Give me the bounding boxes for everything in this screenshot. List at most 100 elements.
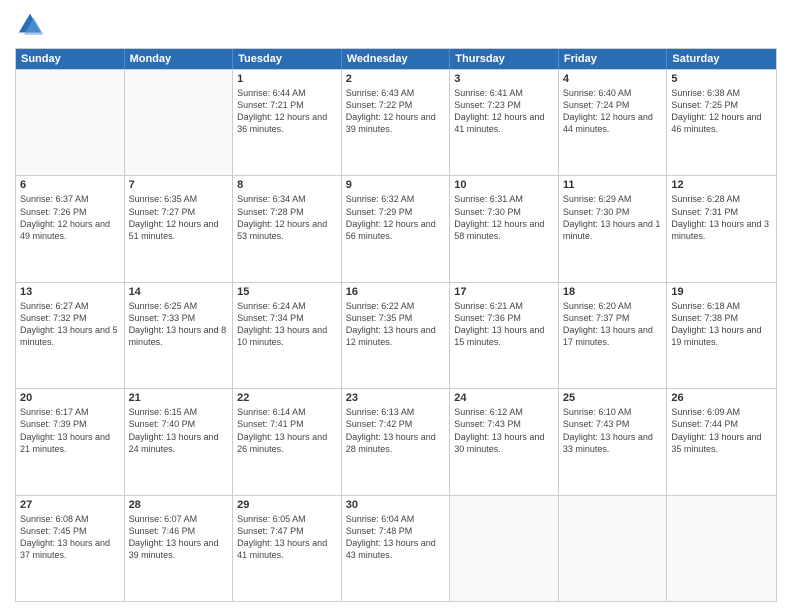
daylight-text: Daylight: 13 hours and 41 minutes.: [237, 538, 327, 560]
calendar-day-10: 10Sunrise: 6:31 AMSunset: 7:30 PMDayligh…: [450, 176, 559, 281]
daylight-text: Daylight: 13 hours and 33 minutes.: [563, 432, 653, 454]
day-number: 22: [237, 392, 337, 404]
weekday-header-saturday: Saturday: [667, 49, 776, 69]
day-info: Sunrise: 6:14 AMSunset: 7:41 PMDaylight:…: [237, 406, 337, 455]
calendar-row-4: 27Sunrise: 6:08 AMSunset: 7:45 PMDayligh…: [16, 495, 776, 601]
day-info: Sunrise: 6:37 AMSunset: 7:26 PMDaylight:…: [20, 193, 120, 242]
day-number: 9: [346, 179, 446, 191]
day-number: 16: [346, 286, 446, 298]
calendar-row-3: 20Sunrise: 6:17 AMSunset: 7:39 PMDayligh…: [16, 388, 776, 494]
sunset-text: Sunset: 7:43 PM: [563, 419, 630, 429]
sunrise-text: Sunrise: 6:08 AM: [20, 514, 89, 524]
day-number: 14: [129, 286, 229, 298]
sunrise-text: Sunrise: 6:41 AM: [454, 88, 523, 98]
weekday-header-tuesday: Tuesday: [233, 49, 342, 69]
daylight-text: Daylight: 13 hours and 17 minutes.: [563, 325, 653, 347]
day-number: 5: [671, 73, 772, 85]
daylight-text: Daylight: 12 hours and 41 minutes.: [454, 112, 544, 134]
day-info: Sunrise: 6:34 AMSunset: 7:28 PMDaylight:…: [237, 193, 337, 242]
weekday-header-monday: Monday: [125, 49, 234, 69]
day-info: Sunrise: 6:04 AMSunset: 7:48 PMDaylight:…: [346, 513, 446, 562]
sunset-text: Sunset: 7:40 PM: [129, 419, 196, 429]
daylight-text: Daylight: 12 hours and 56 minutes.: [346, 219, 436, 241]
calendar-row-1: 6Sunrise: 6:37 AMSunset: 7:26 PMDaylight…: [16, 175, 776, 281]
sunrise-text: Sunrise: 6:18 AM: [671, 301, 740, 311]
sunset-text: Sunset: 7:45 PM: [20, 526, 87, 536]
day-number: 28: [129, 499, 229, 511]
sunrise-text: Sunrise: 6:43 AM: [346, 88, 415, 98]
calendar-day-21: 21Sunrise: 6:15 AMSunset: 7:40 PMDayligh…: [125, 389, 234, 494]
day-number: 13: [20, 286, 120, 298]
sunset-text: Sunset: 7:41 PM: [237, 419, 304, 429]
day-info: Sunrise: 6:20 AMSunset: 7:37 PMDaylight:…: [563, 300, 663, 349]
sunrise-text: Sunrise: 6:17 AM: [20, 407, 89, 417]
calendar-day-2: 2Sunrise: 6:43 AMSunset: 7:22 PMDaylight…: [342, 70, 451, 175]
calendar-day-22: 22 Sunrise: 6:14 AMSunset: 7:41 PMDayligh…: [233, 389, 342, 494]
daylight-text: Daylight: 13 hours and 5 minutes.: [20, 325, 118, 347]
daylight-text: Daylight: 12 hours and 49 minutes.: [20, 219, 110, 241]
daylight-text: Daylight: 12 hours and 39 minutes.: [346, 112, 436, 134]
calendar-day-20: 20Sunrise: 6:17 AMSunset: 7:39 PMDayligh…: [16, 389, 125, 494]
calendar-row-0: 1Sunrise: 6:44 AMSunset: 7:21 PMDaylight…: [16, 69, 776, 175]
daylight-text: Daylight: 12 hours and 36 minutes.: [237, 112, 327, 134]
calendar-day-8: 8Sunrise: 6:34 AMSunset: 7:28 PMDaylight…: [233, 176, 342, 281]
calendar-day-4: 4Sunrise: 6:40 AMSunset: 7:24 PMDaylight…: [559, 70, 668, 175]
calendar-day-6: 6Sunrise: 6:37 AMSunset: 7:26 PMDaylight…: [16, 176, 125, 281]
sunset-text: Sunset: 7:29 PM: [346, 207, 413, 217]
sunset-text: Sunset: 7:32 PM: [20, 313, 87, 323]
sunrise-text: Sunrise: 6:37 AM: [20, 194, 89, 204]
weekday-header-sunday: Sunday: [16, 49, 125, 69]
sunrise-text: Sunrise: 6:24 AM: [237, 301, 306, 311]
weekday-header-friday: Friday: [559, 49, 668, 69]
sunset-text: Sunset: 7:38 PM: [671, 313, 738, 323]
sunrise-text: Sunrise: 6:29 AM: [563, 194, 632, 204]
calendar-day-3: 3Sunrise: 6:41 AMSunset: 7:23 PMDaylight…: [450, 70, 559, 175]
calendar-day-28: 28Sunrise: 6:07 AMSunset: 7:46 PMDayligh…: [125, 496, 234, 601]
calendar-day-12: 12Sunrise: 6:28 AMSunset: 7:31 PMDayligh…: [667, 176, 776, 281]
sunset-text: Sunset: 7:25 PM: [671, 100, 738, 110]
sunrise-text: Sunrise: 6:25 AM: [129, 301, 198, 311]
sunset-text: Sunset: 7:48 PM: [346, 526, 413, 536]
day-info: Sunrise: 6:25 AMSunset: 7:33 PMDaylight:…: [129, 300, 229, 349]
calendar-day-5: 5Sunrise: 6:38 AMSunset: 7:25 PMDaylight…: [667, 70, 776, 175]
day-number: 1: [237, 73, 337, 85]
day-number: 23: [346, 392, 446, 404]
sunrise-text: Sunrise: 6:05 AM: [237, 514, 306, 524]
sunset-text: Sunset: 7:42 PM: [346, 419, 413, 429]
day-number: 25: [563, 392, 663, 404]
daylight-text: Daylight: 13 hours and 37 minutes.: [20, 538, 110, 560]
sunrise-text: Sunrise: 6:44 AM: [237, 88, 306, 98]
sunrise-text: Sunrise: 6:27 AM: [20, 301, 89, 311]
day-number: 17: [454, 286, 554, 298]
day-number: 26: [671, 392, 772, 404]
day-info: Sunrise: 6:27 AM Sunset: 7:32 PM Daylight:…: [20, 300, 120, 349]
sunrise-text: Sunrise: 6:15 AM: [129, 407, 198, 417]
sunrise-text: Sunrise: 6:34 AM: [237, 194, 306, 204]
calendar-day-13: 13 Sunrise: 6:27 AM Sunset: 7:32 PM Dayligh…: [16, 283, 125, 388]
daylight-text: Daylight: 13 hours and 10 minutes.: [237, 325, 327, 347]
sunset-text: Sunset: 7:30 PM: [563, 207, 630, 217]
sunrise-text: Sunrise: 6:32 AM: [346, 194, 415, 204]
sunset-text: Sunset: 7:46 PM: [129, 526, 196, 536]
day-info: Sunrise: 6:18 AM Sunset: 7:38 PM Daylight:…: [671, 300, 772, 349]
sunset-text: Sunset: 7:27 PM: [129, 207, 196, 217]
weekday-header-thursday: Thursday: [450, 49, 559, 69]
sunset-text: Sunset: 7:35 PM: [346, 313, 413, 323]
day-info: Sunrise: 6:40 AMSunset: 7:24 PMDaylight:…: [563, 87, 663, 136]
sunset-text: Sunset: 7:22 PM: [346, 100, 413, 110]
day-info: Sunrise: 6:32 AM Sunset: 7:29 PM Daylight:…: [346, 193, 446, 242]
sunrise-text: Sunrise: 6:38 AM: [671, 88, 740, 98]
day-number: 30: [346, 499, 446, 511]
sunrise-text: Sunrise: 6:12 AM: [454, 407, 523, 417]
daylight-text: Daylight: 13 hours and 19 minutes.: [671, 325, 761, 347]
sunset-text: Sunset: 7:24 PM: [563, 100, 630, 110]
daylight-text: Daylight: 13 hours and 26 minutes.: [237, 432, 327, 454]
day-info: Sunrise: 6:17 AMSunset: 7:39 PMDaylight:…: [20, 406, 120, 455]
day-number: 12: [671, 179, 772, 191]
daylight-text: Daylight: 12 hours and 44 minutes.: [563, 112, 653, 134]
calendar-day-11: 11Sunrise: 6:29 AMSunset: 7:30 PMDayligh…: [559, 176, 668, 281]
daylight-text: Daylight: 13 hours and 30 minutes.: [454, 432, 544, 454]
calendar-cell-empty: [125, 70, 234, 175]
day-number: 11: [563, 179, 663, 191]
calendar-body: 1Sunrise: 6:44 AMSunset: 7:21 PMDaylight…: [16, 69, 776, 601]
